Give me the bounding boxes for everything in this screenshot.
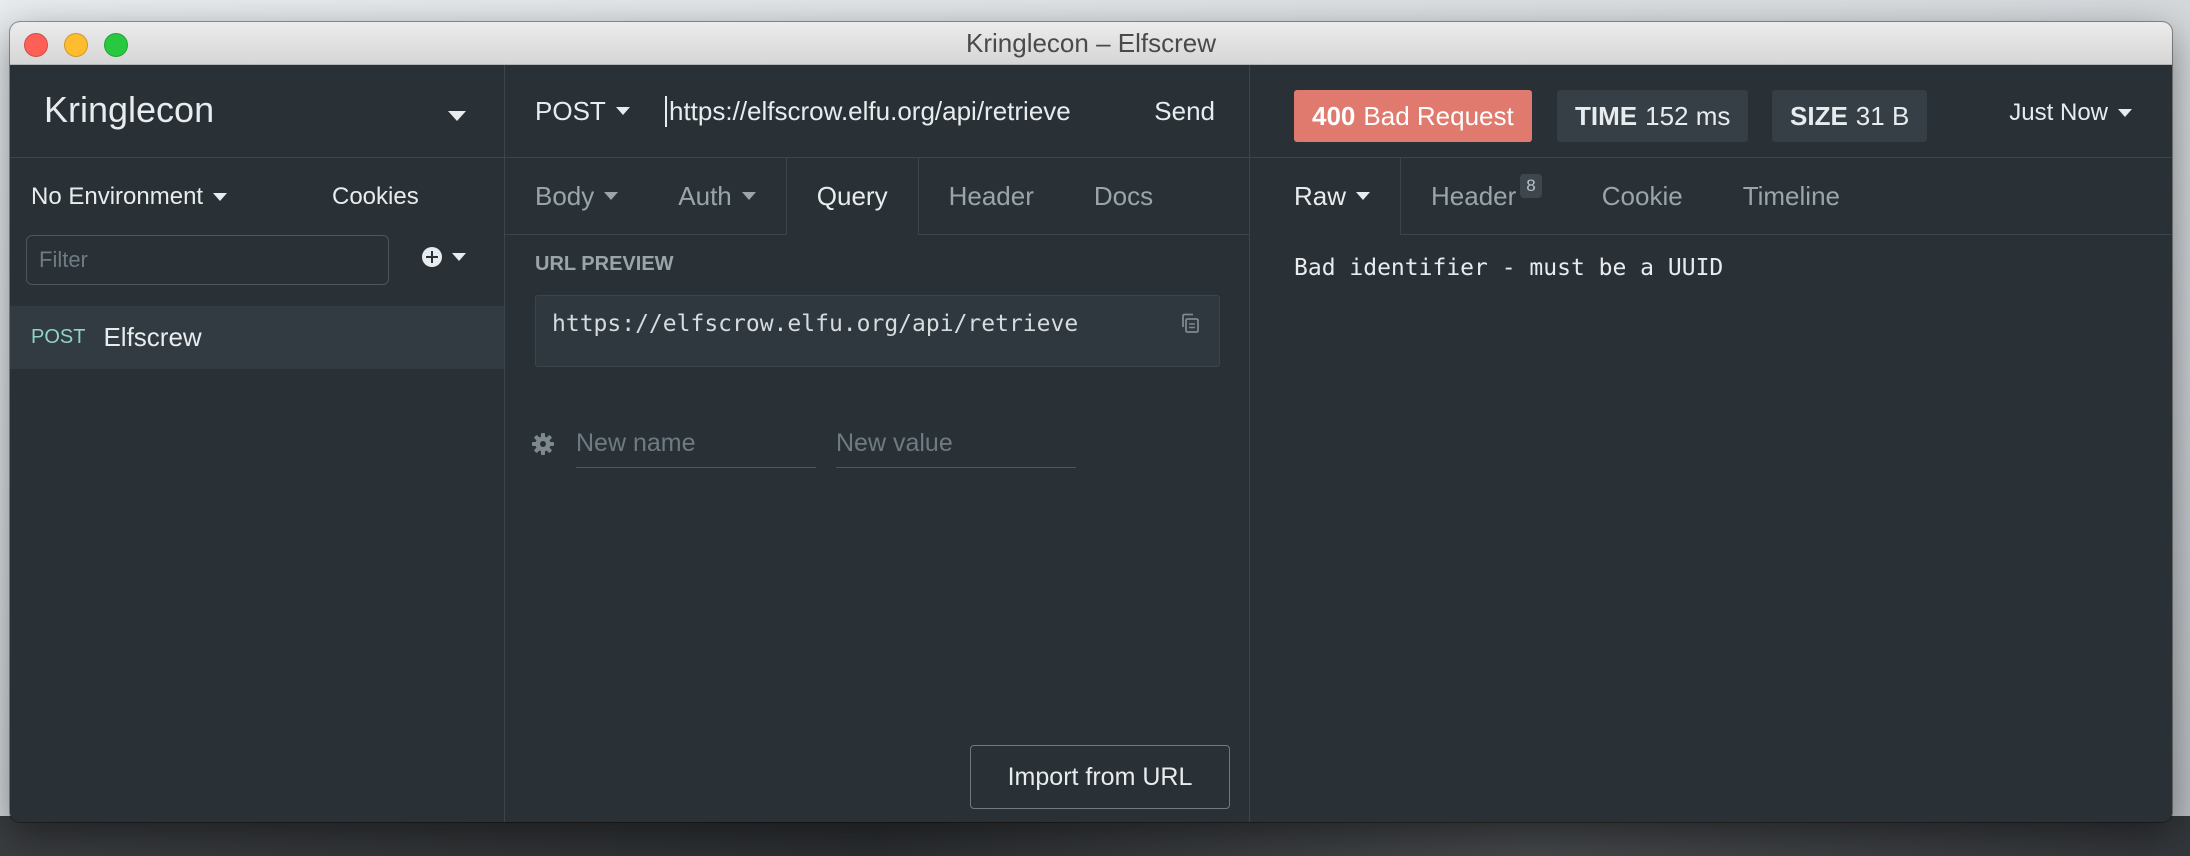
tab-header[interactable]: Header (919, 158, 1064, 234)
tab-query[interactable]: Query (785, 158, 919, 235)
app-window: Kringlecon – Elfscrew Kringlecon No Envi… (10, 22, 2172, 822)
zoom-window-button[interactable] (104, 33, 128, 57)
response-history-dropdown[interactable]: Just Now (2009, 99, 2132, 127)
app-content: Kringlecon No Environment Cookies POST (10, 65, 2172, 822)
history-label: Just Now (2009, 99, 2108, 126)
gear-icon[interactable] (530, 431, 556, 457)
status-code: 400 (1312, 100, 1356, 131)
request-pane: POST Send Body Auth Query Header Docs (505, 65, 1250, 822)
param-value-input[interactable] (836, 420, 1076, 468)
window-title: Kringlecon – Elfscrew (966, 27, 1216, 58)
chevron-down-icon (615, 107, 630, 115)
header-count-badge: 8 (1520, 174, 1542, 198)
param-name-input[interactable] (576, 420, 816, 468)
window-controls (24, 33, 128, 57)
size-label: SIZE (1790, 100, 1848, 131)
query-param-row (530, 420, 1096, 468)
title-bar: Kringlecon – Elfscrew (10, 22, 2172, 65)
request-name-label: Elfscrew (103, 322, 202, 352)
add-request-button[interactable] (422, 247, 466, 267)
url-preview: https://elfscrow.elfu.org/api/retrieve (535, 295, 1220, 367)
chevron-down-icon (604, 192, 619, 200)
chevron-down-icon (452, 253, 466, 261)
tab-response-header-label: Header (1431, 180, 1517, 211)
request-tabs: Body Auth Query Header Docs (505, 158, 1249, 235)
send-button[interactable]: Send (1154, 96, 1215, 127)
desktop-background (0, 816, 2190, 856)
sidebar: Kringlecon No Environment Cookies POST (10, 65, 505, 822)
time-value: 152 ms (1645, 100, 1731, 131)
url-bar: POST Send (505, 65, 1249, 158)
plus-circle-icon (422, 247, 442, 267)
size-value: 31 B (1855, 100, 1910, 131)
chevron-down-icon (1356, 192, 1371, 200)
method-label: POST (535, 95, 606, 126)
tab-body-label: Body (535, 180, 595, 211)
tab-cookie[interactable]: Cookie (1572, 158, 1713, 234)
status-text: Bad Request (1363, 100, 1514, 131)
environment-label: No Environment (31, 182, 204, 210)
chevron-down-icon (741, 192, 756, 200)
url-preview-text: https://elfscrow.elfu.org/api/retrieve (552, 311, 1079, 337)
tab-docs[interactable]: Docs (1064, 158, 1183, 234)
minimize-window-button[interactable] (64, 33, 88, 57)
tab-response-header[interactable]: Header 8 (1401, 158, 1572, 234)
tab-auth-label: Auth (678, 180, 732, 211)
cookies-button[interactable]: Cookies (332, 183, 419, 211)
environment-row: No Environment Cookies (10, 158, 504, 235)
environment-dropdown[interactable]: No Environment (31, 182, 228, 211)
tab-raw[interactable]: Raw (1250, 158, 1402, 235)
workspace-header[interactable]: Kringlecon (10, 65, 504, 158)
chevron-down-icon (2118, 109, 2132, 117)
tab-auth[interactable]: Auth (648, 158, 786, 234)
url-preview-label: URL PREVIEW (535, 253, 674, 275)
tab-raw-label: Raw (1294, 180, 1347, 211)
filter-row (10, 235, 504, 287)
close-window-button[interactable] (24, 33, 48, 57)
tab-timeline[interactable]: Timeline (1713, 158, 1870, 234)
chevron-down-icon[interactable] (438, 107, 466, 125)
size-badge: SIZE 31 B (1772, 90, 1928, 142)
tab-body[interactable]: Body (505, 158, 648, 234)
request-method-label: POST (31, 326, 86, 348)
response-status-bar: 400 Bad Request TIME 152 ms SIZE 31 B Ju… (1250, 65, 2172, 158)
url-input[interactable] (665, 95, 1095, 127)
workspace-name: Kringlecon (44, 89, 215, 130)
time-badge: TIME 152 ms (1557, 90, 1749, 142)
status-badge: 400 Bad Request (1294, 90, 1532, 142)
import-from-url-button[interactable]: Import from URL (970, 745, 1230, 809)
filter-input[interactable] (26, 235, 389, 285)
method-dropdown[interactable]: POST (535, 96, 630, 127)
response-body: Bad identifier - must be a UUID (1294, 255, 1724, 281)
time-label: TIME (1575, 100, 1638, 131)
response-pane: 400 Bad Request TIME 152 ms SIZE 31 B Ju… (1250, 65, 2172, 822)
copy-icon[interactable] (1179, 312, 1201, 334)
chevron-down-icon (213, 192, 228, 201)
request-list-item[interactable]: POST Elfscrew (10, 306, 504, 369)
response-tabs: Raw Header 8 Cookie Timeline (1250, 158, 2172, 235)
